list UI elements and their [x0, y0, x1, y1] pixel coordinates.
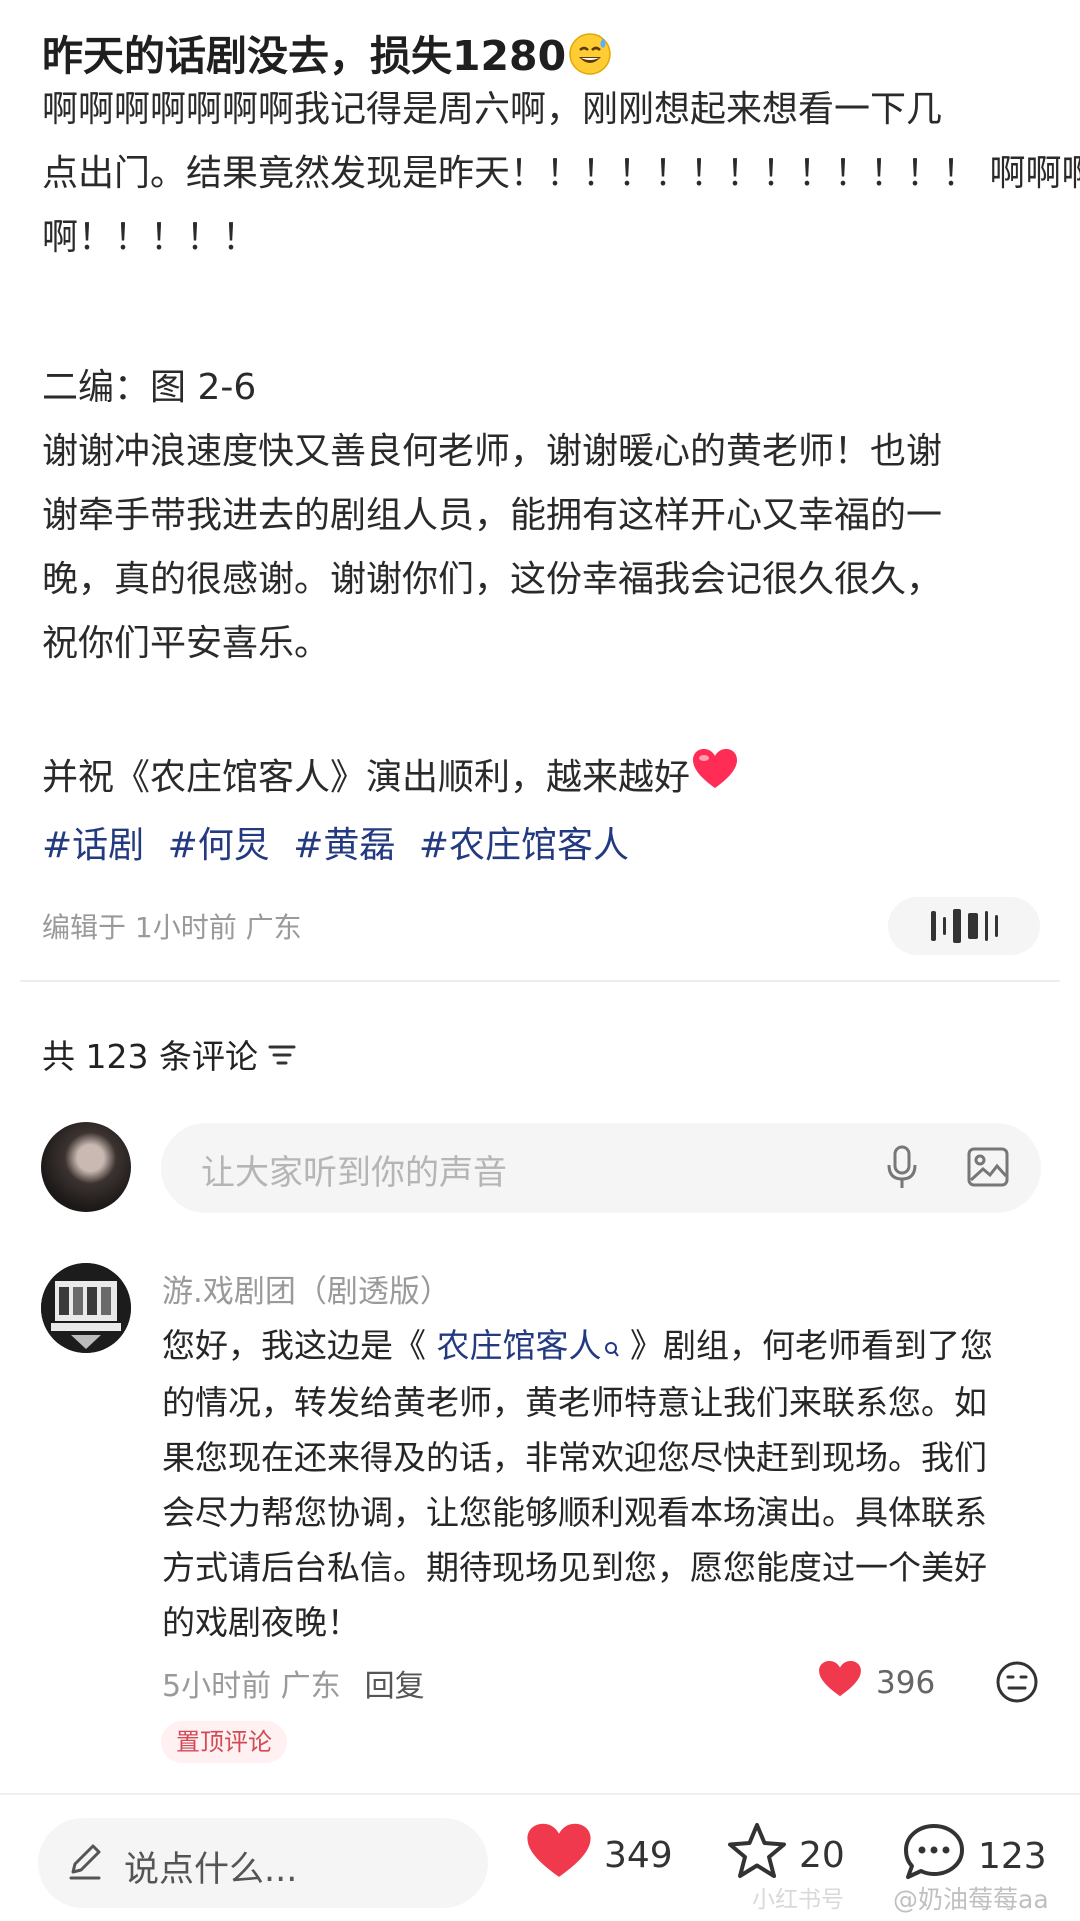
post-wish: 并祝《农庄馆客人》演出顺利，越来越好	[42, 746, 1042, 811]
post-paragraph-2: 谢谢冲浪速度快又善良何老师，谢谢暖心的黄老师！也谢 谢牵手带我进去的剧组人员，能…	[42, 420, 1042, 676]
heart-icon	[526, 1822, 592, 1889]
hashtag-link[interactable]: #黄磊	[293, 825, 395, 866]
hashtag-link[interactable]: #话剧	[42, 825, 144, 866]
edited-timestamp: 编辑于 1小时前 广东	[42, 911, 302, 944]
my-avatar	[41, 1122, 131, 1212]
post-line: 晚，真的很感谢。谢谢你们，这份幸福我会记很久很久，	[42, 559, 943, 600]
post-line: 祝你们平安喜乐。	[42, 623, 331, 664]
say-something-placeholder: 说点什么...	[124, 1850, 298, 1890]
reply-button[interactable]: 回复	[365, 1669, 425, 1704]
hashtag-link[interactable]: #农庄馆客人	[419, 825, 629, 866]
image-picker-icon[interactable]	[967, 1147, 1009, 1191]
pencil-icon	[65, 1842, 105, 1886]
post-page: 昨天的话剧没去，损失1280 啊啊啊啊啊啊啊我记得是周六啊，刚刚想起来想看一下几…	[0, 0, 1080, 1921]
comment-like-count: 396	[876, 1665, 936, 1701]
waveform-icon	[930, 909, 998, 943]
pinned-comment-badge: 置顶评论	[161, 1721, 287, 1763]
comment-meta: 5小时前 广东 回复	[162, 1661, 425, 1705]
post-line: 谢牵手带我进去的剧组人员，能拥有这样开心又幸福的一	[42, 495, 943, 536]
post-collect-button[interactable]: 20	[727, 1822, 845, 1889]
commenter-avatar[interactable]	[41, 1263, 131, 1353]
say-something-input[interactable]: 说点什么...	[38, 1818, 488, 1908]
smiley-face-icon	[995, 1661, 1039, 1708]
post-edit-note: 二编：图 2-6	[42, 367, 257, 408]
post-paragraph-1: 啊啊啊啊啊啊啊我记得是周六啊，刚刚想起来想看一下几 点出门。结果竟然发现是昨天！…	[42, 78, 1080, 270]
post-comment-count: 123	[978, 1836, 1047, 1877]
comment-line: 您好，我这边是《 农庄馆客人 》剧组，何老师看到了您	[162, 1318, 993, 1375]
sort-filter-icon[interactable]	[268, 1043, 296, 1071]
bottom-bar-divider	[0, 1793, 1080, 1795]
watermark-handle: @奶油莓莓aa	[893, 1885, 1049, 1914]
watermark-platform: 小红书号	[752, 1887, 844, 1913]
post-title: 昨天的话剧没去，损失1280	[42, 22, 612, 86]
audio-wave-button[interactable]	[888, 897, 1040, 955]
hashtag-list: #话剧 #何炅 #黄磊 #农庄馆客人	[42, 816, 641, 876]
post-line: 谢谢冲浪速度快又善良何老师，谢谢暖心的黄老师！也谢	[42, 431, 943, 472]
comment-input-placeholder: 让大家听到你的声音	[201, 1153, 507, 1193]
emoji-react-button[interactable]	[995, 1660, 1039, 1708]
post-line: 点出门。结果竟然发现是昨天！！！！！！！！！！！！！ 啊啊啊	[42, 153, 1080, 194]
search-icon	[604, 1320, 620, 1375]
post-line: 啊啊啊啊啊啊啊我记得是周六啊，刚刚想起来想看一下几	[42, 89, 943, 130]
section-divider	[20, 980, 1060, 982]
comment-line: 的戏剧夜晚！	[162, 1603, 360, 1642]
comment-count: 共 123 条评论	[42, 1037, 258, 1076]
hashtag-link[interactable]: #何炅	[168, 825, 270, 866]
post-like-button[interactable]: 349	[526, 1822, 673, 1889]
heart-icon	[818, 1660, 862, 1706]
comment-line: 果您现在还来得及的话，非常欢迎您尽快赶到现场。我们	[162, 1438, 987, 1477]
post-like-count: 349	[604, 1835, 673, 1876]
red-heart-emoji-icon	[692, 747, 738, 811]
star-icon	[727, 1822, 787, 1889]
comment-author[interactable]: 游.戏剧团（剧透版）	[162, 1266, 451, 1311]
post-collect-count: 20	[799, 1835, 845, 1876]
comment-line: 方式请后台私信。期待现场见到您，愿您能度过一个美好	[162, 1548, 987, 1587]
comment-line: 会尽力帮您协调，让您能够顺利观看本场演出。具体联系	[162, 1493, 987, 1532]
post-line: 啊！！！！！	[42, 217, 259, 258]
comment-like-button[interactable]: 396	[818, 1660, 935, 1706]
troupe-logo-icon	[41, 1263, 131, 1353]
comment-body: 您好，我这边是《 农庄馆客人 》剧组，何老师看到了您 的情况，转发给黄老师，黄老…	[162, 1318, 993, 1650]
comment-input[interactable]: 让大家听到你的声音	[161, 1123, 1041, 1213]
comment-line: 的情况，转发给黄老师，黄老师特意让我们来联系您。如	[162, 1383, 987, 1422]
comment-time-location: 5小时前 广东	[162, 1669, 341, 1704]
microphone-icon[interactable]	[885, 1145, 919, 1195]
play-title-link[interactable]: 农庄馆客人	[437, 1326, 620, 1365]
